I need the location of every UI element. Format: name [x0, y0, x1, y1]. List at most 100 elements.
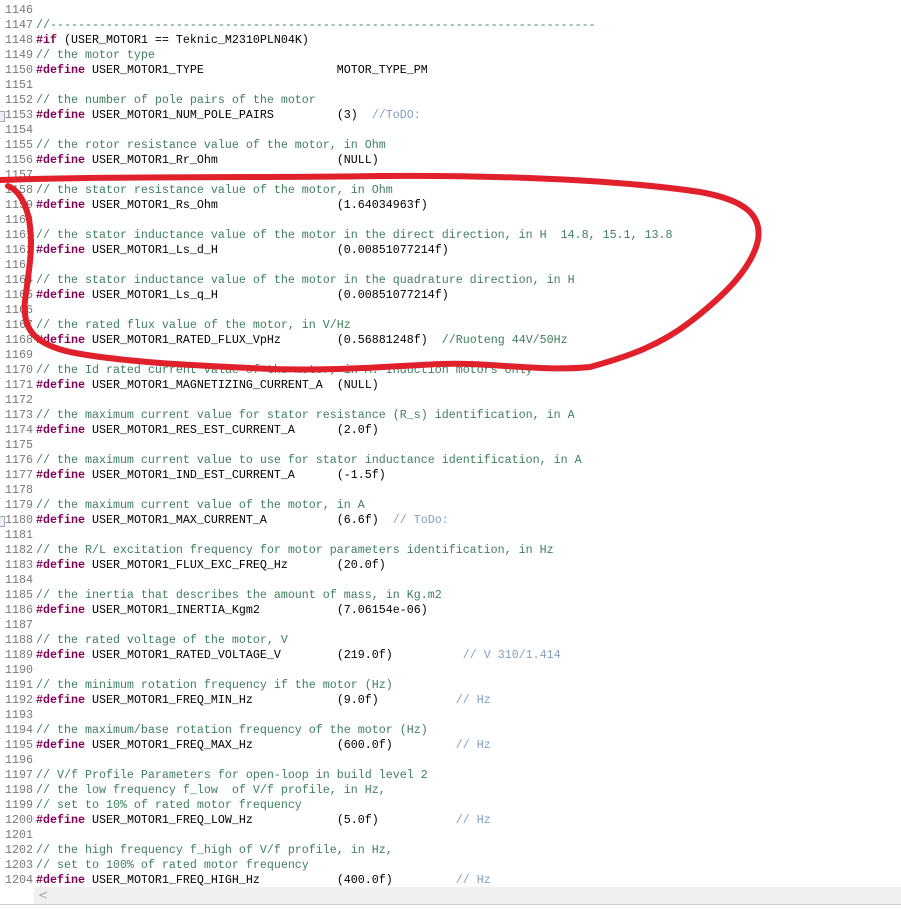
- macro-value: (0.00851077214f): [336, 243, 449, 257]
- code-content: // the maximum current value to use for …: [36, 453, 582, 468]
- comment-text: // the R/L excitation frequency for moto…: [36, 543, 554, 557]
- comment-text: // the rated flux value of the motor, in…: [36, 318, 351, 332]
- preprocessor-directive: #define: [36, 468, 85, 482]
- macro-value: (6.6f): [336, 513, 379, 527]
- macro-value: MOTOR_TYPE_PM: [336, 63, 428, 77]
- macro-value: (-1.5f): [336, 468, 386, 482]
- trailing-comment: // V 310/1.414: [462, 648, 561, 662]
- comment-text: // set to 10% of rated motor frequency: [36, 798, 302, 812]
- code-content: // the maximum current value of the moto…: [36, 498, 365, 513]
- macro-name: USER_MOTOR1_MAX_CURRENT_A: [91, 513, 267, 527]
- macro-name: USER_MOTOR1_FREQ_MIN_Hz: [91, 693, 253, 707]
- code-content: #define USER_MOTOR1_FREQ_HIGH_Hz (400.0f…: [36, 873, 491, 887]
- code-content: // the high frequency f_high of V/f prof…: [36, 843, 393, 858]
- line-number: 1172: [5, 393, 33, 407]
- preprocessor-directive: #define: [36, 243, 85, 257]
- code-content: #define USER_MOTOR1_FREQ_MIN_Hz (9.0f) /…: [36, 693, 491, 708]
- trailing-comment: //Ruoteng 44V/50Hz: [441, 333, 568, 347]
- preprocessor-directive: #define: [36, 513, 85, 527]
- code-content: // the rated voltage of the motor, V: [36, 633, 288, 648]
- preprocessor-directive: #define: [36, 873, 85, 887]
- line-number: 1148: [5, 33, 33, 47]
- code-content: // set to 100% of rated motor frequency: [36, 858, 309, 873]
- line-number: 1161: [5, 228, 33, 242]
- preprocessor-directive: #define: [36, 153, 85, 167]
- code-content: #define USER_MOTOR1_RATED_VOLTAGE_V (219…: [36, 648, 561, 663]
- line-number: 1181: [5, 528, 33, 542]
- line-number: 1185: [5, 588, 33, 602]
- line-number: 1177: [5, 468, 33, 482]
- divider: [0, 904, 901, 905]
- line-number: 1155: [5, 138, 33, 152]
- line-number: 1183: [5, 558, 33, 572]
- macro-value: (7.06154e-06): [336, 603, 428, 617]
- comment-text: // the inertia that describes the amount…: [36, 588, 442, 602]
- comment-text: // the maximum current value for stator …: [36, 408, 575, 422]
- scroll-left-arrow-icon[interactable]: <: [38, 887, 48, 904]
- code-content: // set to 10% of rated motor frequency: [36, 798, 302, 813]
- line-number: 1190: [5, 663, 33, 677]
- line-number: 1173: [5, 408, 33, 422]
- line-number: 1168: [5, 333, 33, 347]
- line-number: 1146: [5, 3, 33, 17]
- comment-text: // the stator inductance value of the mo…: [36, 273, 575, 287]
- comment-text: // the motor type: [36, 48, 155, 62]
- preprocessor-directive: #define: [36, 63, 85, 77]
- trailing-comment: // Hz: [455, 873, 491, 887]
- comment-text: // the high frequency f_high of V/f prof…: [36, 843, 393, 857]
- preprocessor-directive: #define: [36, 288, 85, 302]
- line-number: 1150: [5, 63, 33, 77]
- comment-text: //--------------------------------------…: [36, 18, 596, 32]
- line-number: 1167: [5, 318, 33, 332]
- line-number: 1196: [5, 753, 33, 767]
- comment-text: // the Id rated current value of the mot…: [36, 363, 533, 377]
- macro-name: USER_MOTOR1_RES_EST_CURRENT_A: [91, 423, 295, 437]
- macro-name: USER_MOTOR1_INERTIA_Kgm2: [91, 603, 260, 617]
- macro-name: USER_MOTOR1_NUM_POLE_PAIRS: [91, 108, 274, 122]
- macro-value: (600.0f): [336, 738, 393, 752]
- code-content: #define USER_MOTOR1_INERTIA_Kgm2 (7.0615…: [36, 603, 428, 618]
- line-number: 1195: [5, 738, 33, 752]
- macro-name: USER_MOTOR1_RATED_FLUX_VpHz: [91, 333, 281, 347]
- code-content: #define USER_MOTOR1_MAGNETIZING_CURRENT_…: [36, 378, 379, 393]
- code-content: #if (USER_MOTOR1 == Teknic_M2310PLN04K): [36, 33, 309, 48]
- code-content: #define USER_MOTOR1_MAX_CURRENT_A (6.6f)…: [36, 513, 449, 528]
- macro-value: (400.0f): [336, 873, 393, 887]
- macro-name: USER_MOTOR1_FREQ_LOW_Hz: [91, 813, 253, 827]
- line-number: 1174: [5, 423, 33, 437]
- line-number: 1147: [5, 18, 33, 32]
- code-content: // the low frequency f_low of V/f profil…: [36, 783, 386, 798]
- macro-name: USER_MOTOR1_TYPE: [91, 63, 204, 77]
- comment-text: // set to 100% of rated motor frequency: [36, 858, 309, 872]
- line-number: 1154: [5, 123, 33, 137]
- code-content: #define USER_MOTOR1_Ls_q_H (0.0085107721…: [36, 288, 449, 303]
- code-content: #define USER_MOTOR1_TYPE MOTOR_TYPE_PM: [36, 63, 428, 78]
- line-number: 1149: [5, 48, 33, 62]
- macro-name: USER_MOTOR1_Ls_q_H: [91, 288, 218, 302]
- code-content: #define USER_MOTOR1_FREQ_LOW_Hz (5.0f) /…: [36, 813, 491, 828]
- horizontal-scrollbar[interactable]: <: [34, 887, 901, 904]
- preprocessor-directive: #define: [36, 813, 85, 827]
- line-number: 1176: [5, 453, 33, 467]
- line-number: 1188: [5, 633, 33, 647]
- line-number: 1193: [5, 708, 33, 722]
- trailing-comment: // Hz: [455, 693, 491, 707]
- code-editor[interactable]: 114511461147//--------------------------…: [0, 0, 901, 887]
- code-content: #define USER_MOTOR1_FLUX_EXC_FREQ_Hz (20…: [36, 558, 386, 573]
- preprocessor-directive: #if: [36, 33, 57, 47]
